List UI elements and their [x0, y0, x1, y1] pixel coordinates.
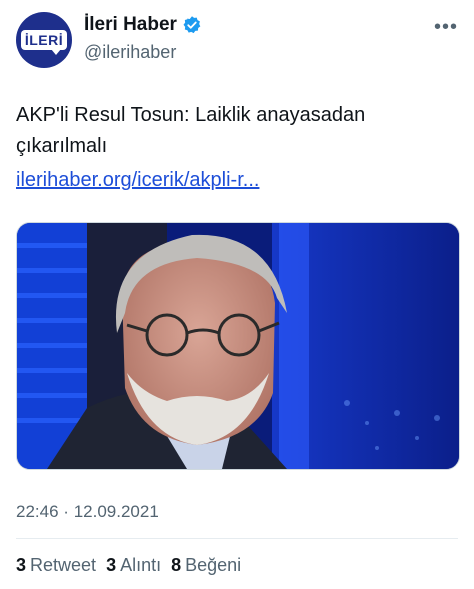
- more-options-icon[interactable]: •••: [434, 16, 458, 39]
- news-studio-photo: [17, 223, 459, 469]
- avatar-logo-text: İLERİ: [20, 30, 68, 55]
- avatar[interactable]: İLERİ: [16, 12, 72, 68]
- engagement-stats: 3 Retweet 3 Alıntı 8 Beğeni: [16, 555, 251, 576]
- retweets-count: 3: [16, 555, 27, 575]
- retweets-stat[interactable]: 3 Retweet: [16, 555, 96, 576]
- tweet-timestamp[interactable]: 22:46 · 12.09.2021: [16, 502, 159, 522]
- quotes-stat[interactable]: 3 Alıntı: [106, 555, 161, 576]
- tweet-media-image[interactable]: [16, 222, 460, 470]
- tweet-text: AKP'li Resul Tosun: Laiklik anayasadan ç…: [16, 104, 366, 157]
- account-handle[interactable]: @ilerihaber: [84, 42, 176, 63]
- divider: [16, 538, 458, 539]
- retweets-label: Retweet: [30, 555, 97, 575]
- tweet-header: İLERİ İleri Haber @ilerihaber •••: [16, 12, 458, 70]
- quotes-count: 3: [106, 555, 117, 575]
- tweet-time: 22:46: [16, 502, 59, 521]
- verified-badge-icon: [183, 16, 201, 34]
- name-row: İleri Haber: [84, 14, 202, 36]
- quotes-label: Alıntı: [120, 555, 162, 575]
- tweet-link[interactable]: ilerihaber.org/icerik/akpli-r...: [16, 166, 259, 194]
- likes-label: Beğeni: [185, 555, 242, 575]
- likes-stat[interactable]: 8 Beğeni: [171, 555, 241, 576]
- display-name[interactable]: İleri Haber: [84, 14, 177, 36]
- tweet-date: 12.09.2021: [73, 502, 159, 521]
- likes-count: 8: [171, 555, 182, 575]
- timestamp-separator: ·: [63, 502, 69, 521]
